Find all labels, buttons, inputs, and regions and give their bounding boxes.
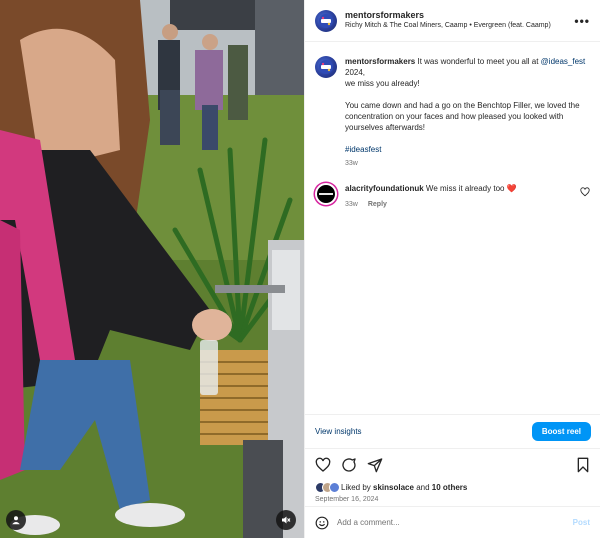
add-comment-bar: Add a comment... Post bbox=[305, 506, 600, 538]
avatar[interactable] bbox=[315, 183, 337, 205]
caption: mentorsformakers It was wonderful to mee… bbox=[315, 56, 590, 169]
mentors-logo-icon bbox=[319, 13, 333, 28]
liker-avatars[interactable] bbox=[315, 482, 340, 493]
alacrity-logo-icon bbox=[319, 193, 333, 195]
likes-summary: Liked by skinsolace and 10 others bbox=[315, 482, 590, 493]
likes-conj: and bbox=[416, 483, 430, 492]
liker-username[interactable]: skinsolace bbox=[373, 483, 414, 492]
comment-text: We miss it already too bbox=[425, 184, 505, 193]
heart-emoji: ❤️ bbox=[506, 184, 517, 193]
caption-text: It was wonderful to meet you all at bbox=[417, 57, 539, 66]
caption-username[interactable]: mentorsformakers bbox=[345, 57, 415, 66]
insights-row: View insights Boost reel bbox=[305, 414, 600, 448]
caption-text: we miss you already! bbox=[345, 79, 420, 88]
mentors-logo-icon bbox=[319, 60, 333, 74]
bookmark-icon[interactable] bbox=[576, 457, 590, 473]
likes-prefix: Liked by bbox=[341, 483, 371, 492]
comment-item: alacrityfoundationuk We miss it already … bbox=[315, 183, 590, 210]
user-tag-icon bbox=[12, 516, 20, 525]
likes-others[interactable]: 10 others bbox=[432, 483, 468, 492]
mention-link[interactable]: @ideas_fest bbox=[541, 57, 586, 66]
avatar[interactable] bbox=[315, 56, 337, 78]
details-panel: mentorsformakers Richy Mitch & The Coal … bbox=[304, 0, 600, 538]
reel-viewer: mentorsformakers Richy Mitch & The Coal … bbox=[0, 0, 600, 538]
heart-icon[interactable] bbox=[315, 457, 331, 473]
reply-button[interactable]: Reply bbox=[368, 199, 387, 210]
post-button[interactable]: Post bbox=[573, 518, 590, 527]
comment-icon[interactable] bbox=[341, 457, 357, 473]
reel-video[interactable] bbox=[0, 0, 304, 538]
post-date[interactable]: September 16, 2024 bbox=[315, 496, 590, 503]
avatar[interactable] bbox=[315, 9, 337, 32]
share-icon[interactable] bbox=[367, 457, 383, 473]
audio-track[interactable]: Richy Mitch & The Coal Miners, Caamp • E… bbox=[345, 21, 566, 31]
mute-button[interactable] bbox=[276, 510, 296, 530]
mute-icon bbox=[282, 516, 291, 524]
comments-section: mentorsformakers It was wonderful to mee… bbox=[305, 42, 600, 414]
caption-text: 2024, bbox=[345, 68, 366, 77]
caption-paragraph: You came down and had a go on the Bencht… bbox=[345, 101, 580, 132]
comment-input[interactable]: Add a comment... bbox=[337, 518, 565, 527]
hashtag-link[interactable]: #ideasfest bbox=[345, 145, 381, 154]
more-icon[interactable]: ••• bbox=[574, 14, 590, 28]
view-insights-link[interactable]: View insights bbox=[315, 427, 362, 436]
emoji-icon[interactable] bbox=[315, 516, 329, 530]
caption-timestamp[interactable]: 33w bbox=[345, 158, 590, 169]
video-frame bbox=[0, 0, 304, 538]
comment-username[interactable]: alacrityfoundationuk bbox=[345, 184, 424, 193]
comment-timestamp[interactable]: 33w bbox=[345, 199, 358, 210]
user-tag-button[interactable] bbox=[6, 510, 26, 530]
post-header: mentorsformakers Richy Mitch & The Coal … bbox=[305, 0, 600, 42]
header-username[interactable]: mentorsformakers bbox=[345, 10, 566, 21]
boost-reel-button[interactable]: Boost reel bbox=[531, 422, 591, 441]
heart-icon[interactable] bbox=[580, 187, 590, 197]
